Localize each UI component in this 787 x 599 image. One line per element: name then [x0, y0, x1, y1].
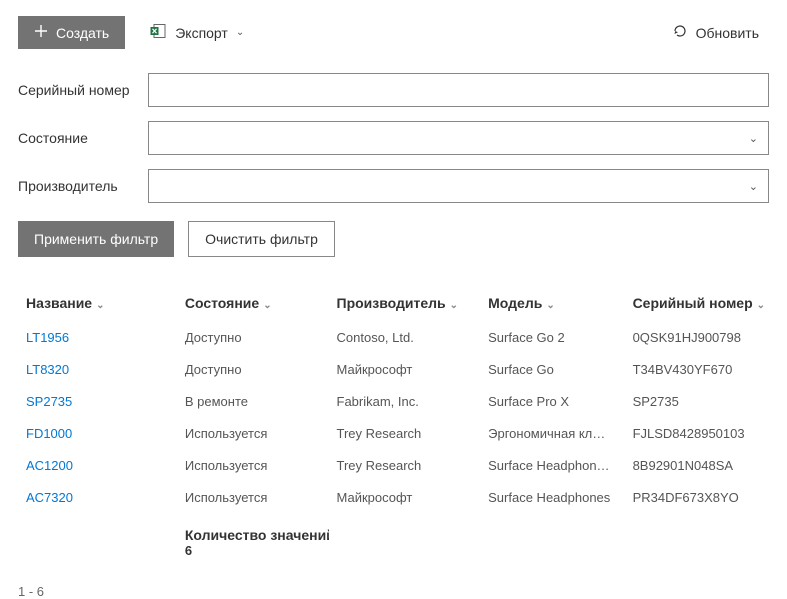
cell-manufacturer: Майкрософт — [329, 481, 481, 513]
status-filter-label: Состояние — [18, 130, 138, 146]
cell-status: Используется — [177, 481, 329, 513]
cell-status: В ремонте — [177, 385, 329, 417]
cell-serial: PR34DF673X8YO — [625, 481, 769, 513]
count-label: Количество значений — [185, 527, 321, 543]
toolbar: Создать Экспорт ⌄ Обновить — [18, 14, 769, 51]
col-header-status[interactable]: Состояние⌄ — [177, 285, 329, 321]
table-row: AC7320ИспользуетсяМайкрософтSurface Head… — [18, 481, 769, 513]
cell-serial: T34BV430YF670 — [625, 353, 769, 385]
serial-filter-input[interactable] — [148, 73, 769, 107]
cell-name[interactable]: AC1200 — [18, 449, 177, 481]
table-row: LT1956ДоступноContoso, Ltd.Surface Go 20… — [18, 321, 769, 353]
export-button-label: Экспорт — [175, 25, 228, 41]
clear-filter-button[interactable]: Очистить фильтр — [188, 221, 335, 257]
refresh-button[interactable]: Обновить — [662, 15, 769, 50]
create-button[interactable]: Создать — [18, 16, 125, 49]
status-filter-select[interactable]: ⌄ — [148, 121, 769, 155]
cell-name[interactable]: AC7320 — [18, 481, 177, 513]
cell-status: Используется — [177, 417, 329, 449]
cell-serial: FJLSD8428950103 — [625, 417, 769, 449]
table-row: FD1000ИспользуетсяTrey ResearchЭргономич… — [18, 417, 769, 449]
refresh-button-label: Обновить — [696, 25, 759, 41]
cell-serial: SP2735 — [625, 385, 769, 417]
chevron-down-icon: ⌄ — [263, 300, 271, 311]
chevron-down-icon: ⌄ — [749, 132, 758, 145]
count-row: Количество значений 6 — [18, 513, 769, 566]
cell-serial: 8B92901N048SA — [625, 449, 769, 481]
apply-filter-button[interactable]: Применить фильтр — [18, 221, 174, 257]
export-button[interactable]: Экспорт ⌄ — [139, 14, 254, 51]
cell-status: Доступно — [177, 321, 329, 353]
cell-serial: 0QSK91HJ900798 — [625, 321, 769, 353]
results-table: Название⌄ Состояние⌄ Производитель⌄ Моде… — [18, 285, 769, 566]
cell-manufacturer: Trey Research — [329, 449, 481, 481]
table-row: AC1200ИспользуетсяTrey ResearchSurface H… — [18, 449, 769, 481]
manufacturer-filter-select[interactable]: ⌄ — [148, 169, 769, 203]
col-header-model[interactable]: Модель⌄ — [480, 285, 624, 321]
cell-name[interactable]: LT1956 — [18, 321, 177, 353]
create-button-label: Создать — [56, 25, 109, 41]
cell-manufacturer: Contoso, Ltd. — [329, 321, 481, 353]
cell-model: Эргономичная кл… — [480, 417, 624, 449]
manufacturer-filter-label: Производитель — [18, 178, 138, 194]
col-header-name[interactable]: Название⌄ — [18, 285, 177, 321]
refresh-icon — [672, 23, 688, 42]
table-row: SP2735В ремонтеFabrikam, Inc.Surface Pro… — [18, 385, 769, 417]
col-header-manufacturer[interactable]: Производитель⌄ — [329, 285, 481, 321]
cell-name[interactable]: SP2735 — [18, 385, 177, 417]
cell-model: Surface Go — [480, 353, 624, 385]
cell-manufacturer: Trey Research — [329, 417, 481, 449]
chevron-down-icon: ⌄ — [236, 27, 244, 38]
count-value: 6 — [185, 543, 321, 558]
table-row: LT8320ДоступноМайкрософтSurface GoT34BV4… — [18, 353, 769, 385]
filter-actions: Применить фильтр Очистить фильтр — [18, 221, 769, 257]
cell-name[interactable]: LT8320 — [18, 353, 177, 385]
chevron-down-icon: ⌄ — [749, 180, 758, 193]
filter-panel: Серийный номер Состояние ⌄ Производитель… — [18, 73, 769, 203]
cell-manufacturer: Fabrikam, Inc. — [329, 385, 481, 417]
cell-status: Используется — [177, 449, 329, 481]
cell-status: Доступно — [177, 353, 329, 385]
chevron-down-icon: ⌄ — [96, 300, 104, 311]
serial-filter-label: Серийный номер — [18, 82, 138, 98]
cell-name[interactable]: FD1000 — [18, 417, 177, 449]
chevron-down-icon: ⌄ — [757, 300, 765, 311]
cell-model: Surface Go 2 — [480, 321, 624, 353]
cell-model: Surface Headphones — [480, 481, 624, 513]
cell-model: Surface Pro X — [480, 385, 624, 417]
chevron-down-icon: ⌄ — [546, 300, 554, 311]
cell-manufacturer: Майкрософт — [329, 353, 481, 385]
excel-icon — [149, 22, 167, 43]
pager-text: 1 - 6 — [18, 584, 769, 599]
plus-icon — [34, 24, 48, 41]
cell-model: Surface Headphon… — [480, 449, 624, 481]
chevron-down-icon: ⌄ — [450, 300, 458, 311]
col-header-serial[interactable]: Серийный номер⌄ — [625, 285, 769, 321]
